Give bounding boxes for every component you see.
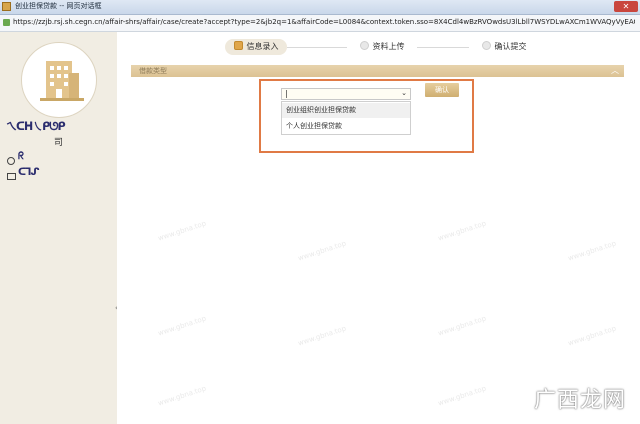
watermark: www.gbna.top <box>156 314 208 338</box>
user-info-redacted: ᖇ <box>18 151 24 162</box>
watermark: www.gbna.top <box>566 239 618 263</box>
avatar <box>21 42 97 118</box>
check-icon <box>481 41 491 50</box>
chevron-up-icon[interactable]: ︿ <box>611 65 619 76</box>
step-label: 确认提交 <box>494 42 527 51</box>
address-url[interactable]: https://zzjb.rsj.sh.cegn.cn/affair-shrs/… <box>13 18 635 26</box>
watermark: www.gbna.top <box>566 324 618 348</box>
select-value: | <box>285 89 288 98</box>
window-close-button[interactable]: ✕ <box>614 1 638 12</box>
panel-title: 借款类型 <box>139 67 167 75</box>
sidebar: ㄟᑕᕼ㇏ᑭᘎᑭ 司 ᖇ ᑕᒣᔑ ‹ <box>0 32 118 424</box>
step-submit[interactable]: 确认提交 <box>471 39 537 55</box>
step-info-entry[interactable]: 信息录入 <box>225 39 287 55</box>
main-content: 信息录入 资料上传 确认提交 借款类型 ︿ | ⌄ 确认 创业组织创业担保贷款 … <box>117 32 640 424</box>
watermark: www.gbna.top <box>436 314 488 338</box>
upload-icon <box>359 41 369 50</box>
address-bar[interactable]: https://zzjb.rsj.sh.cegn.cn/affair-shrs/… <box>0 15 640 32</box>
watermark: www.gbna.top <box>296 239 348 263</box>
company-name: 司 <box>54 138 64 148</box>
step-label: 资料上传 <box>372 42 405 51</box>
id-card-icon <box>7 173 16 180</box>
watermark: www.gbna.top <box>436 384 488 408</box>
window-title: 创业担保贷款 -- 网页对话框 <box>15 2 102 10</box>
watermark: www.gbna.top <box>156 384 208 408</box>
step-label: 信息录入 <box>246 42 279 51</box>
loan-type-panel-header[interactable]: 借款类型 ︿ <box>131 65 624 77</box>
building-wing <box>69 73 79 98</box>
dropdown-option-org-loan[interactable]: 创业组织创业担保贷款 <box>282 103 410 118</box>
user-name-redacted: ㄟᑕᕼ㇏ᑭᘎᑭ <box>6 120 66 133</box>
step-connector <box>287 47 347 48</box>
step-connector <box>417 47 469 48</box>
app-icon <box>2 2 11 11</box>
lock-icon <box>3 19 10 26</box>
step-upload[interactable]: 资料上传 <box>349 39 415 55</box>
loan-type-dropdown: 创业组织创业担保贷款 个人创业担保贷款 <box>281 101 411 135</box>
loan-type-select[interactable]: | ⌄ <box>281 88 411 100</box>
user-icon <box>7 157 15 165</box>
site-logo: 广西龙网 <box>533 388 626 413</box>
dropdown-option-personal-loan[interactable]: 个人创业担保贷款 <box>282 119 410 134</box>
window-titlebar: 创业担保贷款 -- 网页对话框 ✕ <box>0 0 640 15</box>
id-info-redacted: ᑕᒣᔑ <box>18 167 40 178</box>
watermark: www.gbna.top <box>156 219 208 243</box>
watermark: www.gbna.top <box>296 324 348 348</box>
edit-icon <box>233 41 243 50</box>
confirm-button[interactable]: 确认 <box>425 83 459 97</box>
building-base <box>40 98 84 101</box>
watermark: www.gbna.top <box>436 219 488 243</box>
chevron-down-icon[interactable]: ⌄ <box>401 89 407 97</box>
